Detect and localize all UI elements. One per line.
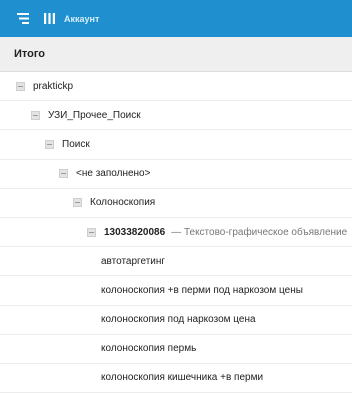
row-label: Колоноскопия: [90, 197, 156, 209]
row-label: <не заполнено>: [76, 168, 151, 180]
menu-icon[interactable]: [16, 12, 30, 26]
collapse-icon[interactable]: [87, 227, 96, 237]
keyword-label: колоноскопия кишечника +в перми: [101, 372, 264, 384]
tree-row-ad[interactable]: 13033820086 — Текстово-графическое объяв…: [0, 218, 352, 248]
columns-icon[interactable]: [42, 12, 56, 26]
collapse-icon[interactable]: [59, 169, 68, 179]
tree-row-unfilled[interactable]: <не заполнено>: [0, 160, 352, 189]
tree-row-campaign[interactable]: УЗИ_Прочее_Поиск: [0, 101, 352, 131]
top-bar: Аккаунт: [0, 0, 352, 37]
total-header: Итого: [0, 37, 352, 72]
tree-row-keyword: колоноскопия под наркозом цена: [0, 306, 352, 335]
ad-type: — Текстово-графическое объявление: [171, 226, 348, 238]
tree-row-keyword: автотаргетинг: [0, 247, 352, 277]
tree-row-keyword: колоноскопия +в перми под наркозом цены: [0, 276, 352, 306]
collapse-icon[interactable]: [31, 110, 40, 120]
collapse-icon[interactable]: [45, 139, 54, 149]
tree-row-keyword: колоноскопия пермь: [0, 335, 352, 364]
keyword-label: автотаргетинг: [101, 255, 166, 267]
row-label: УЗИ_Прочее_Поиск: [48, 109, 141, 121]
row-label: praktickp: [33, 80, 74, 92]
keyword-label: колоноскопия +в перми под наркозом цены: [101, 284, 303, 296]
collapse-icon[interactable]: [16, 81, 25, 91]
collapse-icon[interactable]: [73, 198, 82, 208]
report-tree: praktickp УЗИ_Прочее_Поиск Поиск <не зап…: [0, 72, 352, 393]
tree-row-account[interactable]: praktickp: [0, 72, 352, 102]
total-header-label: Итого: [14, 48, 46, 60]
keyword-label: колоноскопия под наркозом цена: [101, 314, 256, 326]
tree-row-keyword: колоноскопия кишечника +в перми: [0, 364, 352, 393]
tree-row-search[interactable]: Поиск: [0, 130, 352, 160]
row-label: Поиск: [62, 138, 90, 150]
keyword-label: колоноскопия пермь: [101, 343, 197, 355]
account-title[interactable]: Аккаунт: [64, 14, 99, 24]
tree-row-group[interactable]: Колоноскопия: [0, 189, 352, 218]
ad-id: 13033820086: [104, 226, 166, 238]
